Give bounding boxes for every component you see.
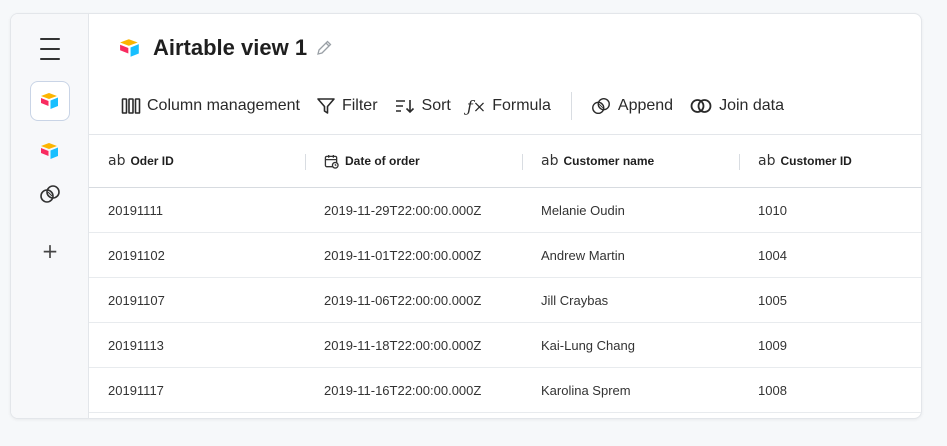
column-separator bbox=[522, 154, 523, 170]
table-row[interactable]: 20191113 2019-11-18T22:00:00.000Z Kai-Lu… bbox=[89, 323, 921, 368]
venn-icon bbox=[40, 185, 60, 203]
airtable-logo-icon bbox=[41, 93, 58, 109]
table-row[interactable]: 20191111 2019-11-29T22:00:00.000Z Melani… bbox=[89, 188, 921, 233]
column-separator bbox=[739, 154, 740, 170]
cell-customer-name[interactable]: Kai-Lung Chang bbox=[522, 323, 739, 367]
cell-date-of-order[interactable]: 2019-11-18T22:00:00.000Z bbox=[305, 323, 522, 367]
append-button[interactable]: Append bbox=[590, 95, 673, 117]
page-title: Airtable view 1 bbox=[153, 35, 308, 60]
cell-customer-id[interactable]: 1005 bbox=[739, 278, 921, 322]
cell-oder-id[interactable]: 20191102 bbox=[89, 233, 305, 277]
column-management-label: Column management bbox=[147, 97, 300, 114]
column-header-label: Customer ID bbox=[780, 154, 852, 168]
cell-oder-id[interactable]: 20191113 bbox=[89, 323, 305, 367]
cell-customer-name[interactable]: Karolina Sprem bbox=[522, 368, 739, 412]
cell-date-of-order[interactable]: 2019-11-06T22:00:00.000Z bbox=[305, 278, 522, 322]
pencil-icon bbox=[317, 40, 332, 55]
cell-customer-id[interactable]: 1004 bbox=[739, 233, 921, 277]
text-type-icon: ab bbox=[541, 153, 559, 169]
column-header-customer-id[interactable]: ab Customer ID bbox=[739, 135, 921, 187]
source-airtable[interactable] bbox=[30, 131, 70, 171]
app-window: + Airtable view 1 Column management Filt… bbox=[10, 13, 922, 419]
toolbar: Column management Filter Sort ƒ× Formula bbox=[121, 92, 800, 120]
column-separator bbox=[305, 154, 306, 170]
sort-icon bbox=[394, 97, 416, 115]
sidebar: + bbox=[11, 14, 89, 418]
cell-date-of-order[interactable]: 2019-11-29T22:00:00.000Z bbox=[305, 188, 522, 232]
formula-button[interactable]: ƒ× Formula bbox=[467, 97, 551, 116]
cell-date-of-order[interactable]: 2019-11-01T22:00:00.000Z bbox=[305, 233, 522, 277]
table-header: ab Oder ID Date of order ab Customer nam… bbox=[89, 134, 921, 188]
table-row[interactable]: 20191102 2019-11-01T22:00:00.000Z Andrew… bbox=[89, 233, 921, 278]
filter-label: Filter bbox=[341, 97, 378, 114]
column-header-customer-name[interactable]: ab Customer name bbox=[522, 135, 739, 187]
source-airtable-active[interactable] bbox=[30, 81, 70, 121]
text-type-icon: ab bbox=[108, 153, 126, 169]
column-header-date-of-order[interactable]: Date of order bbox=[305, 135, 522, 187]
cell-customer-id[interactable]: 1008 bbox=[739, 368, 921, 412]
sort-button[interactable]: Sort bbox=[394, 97, 451, 115]
filter-button[interactable]: Filter bbox=[316, 97, 378, 115]
cell-oder-id[interactable]: 20191111 bbox=[89, 188, 305, 232]
join-source-button[interactable] bbox=[30, 174, 70, 214]
formula-label: Formula bbox=[492, 97, 551, 114]
columns-icon bbox=[121, 97, 141, 115]
text-type-icon: ab bbox=[758, 153, 776, 169]
append-icon bbox=[590, 95, 612, 117]
menu-button[interactable] bbox=[30, 29, 70, 69]
calendar-icon bbox=[324, 154, 339, 169]
airtable-logo-icon bbox=[120, 39, 139, 57]
column-header-label: Customer name bbox=[563, 154, 655, 168]
cell-oder-id[interactable]: 20191107 bbox=[89, 278, 305, 322]
sort-label: Sort bbox=[421, 97, 451, 114]
column-header-oder-id[interactable]: ab Oder ID bbox=[89, 135, 305, 187]
data-table: ab Oder ID Date of order ab Customer nam… bbox=[89, 134, 921, 413]
cell-customer-name[interactable]: Melanie Oudin bbox=[522, 188, 739, 232]
cell-customer-id[interactable]: 1009 bbox=[739, 323, 921, 367]
cell-oder-id[interactable]: 20191117 bbox=[89, 368, 305, 412]
column-management-button[interactable]: Column management bbox=[121, 97, 300, 115]
cell-customer-name[interactable]: Andrew Martin bbox=[522, 233, 739, 277]
table-row[interactable]: 20191117 2019-11-16T22:00:00.000Z Karoli… bbox=[89, 368, 921, 413]
toolbar-divider bbox=[570, 92, 572, 120]
cell-customer-id[interactable]: 1010 bbox=[739, 188, 921, 232]
table-row[interactable]: 20191107 2019-11-06T22:00:00.000Z Jill C… bbox=[89, 278, 921, 323]
rename-button[interactable] bbox=[315, 39, 333, 57]
join-data-label: Join data bbox=[719, 97, 784, 114]
column-header-label: Date of order bbox=[345, 154, 420, 168]
cell-date-of-order[interactable]: 2019-11-16T22:00:00.000Z bbox=[305, 368, 522, 412]
formula-icon: ƒ× bbox=[466, 96, 487, 116]
column-header-label: Oder ID bbox=[130, 154, 174, 168]
join-icon bbox=[689, 97, 713, 115]
hamburger-icon bbox=[40, 34, 60, 64]
airtable-logo-icon bbox=[41, 143, 58, 159]
append-label: Append bbox=[617, 97, 674, 114]
join-data-button[interactable]: Join data bbox=[689, 97, 784, 115]
add-source-button[interactable]: + bbox=[30, 231, 70, 271]
view-title-row: Airtable view 1 bbox=[119, 32, 333, 64]
filter-icon bbox=[316, 97, 336, 115]
cell-customer-name[interactable]: Jill Craybas bbox=[522, 278, 739, 322]
